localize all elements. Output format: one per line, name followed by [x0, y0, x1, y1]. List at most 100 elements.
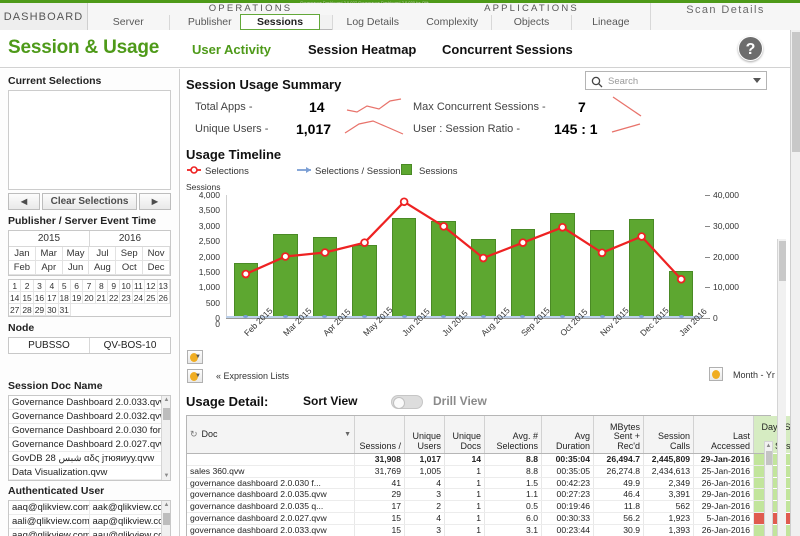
selection-back-button[interactable]: ◄: [8, 193, 40, 210]
day-cell-26[interactable]: 26: [158, 292, 170, 304]
expression-lists-link[interactable]: « Expression Lists: [216, 371, 289, 381]
nav-dashboard-label[interactable]: DASHBOARD: [0, 3, 88, 30]
month-cell-mar[interactable]: Mar: [36, 247, 63, 261]
authenticated-user-list[interactable]: aaq@qlikview.com aak@qlikview.comaali@qli…: [8, 500, 171, 536]
current-selections-box[interactable]: [8, 90, 171, 190]
day-cell-23[interactable]: 23: [120, 292, 132, 304]
month-cell-jan[interactable]: Jan: [9, 247, 36, 261]
table-row[interactable]: sales 360.qvw31,7691,00518.800:35:0526,2…: [187, 466, 770, 478]
table-row[interactable]: governance dashboard 2.0.030 f...41411.5…: [187, 478, 770, 490]
day-cell-19[interactable]: 19: [71, 292, 83, 304]
nav-item-complexity[interactable]: Complexity: [413, 15, 491, 30]
day-cell-14[interactable]: 14: [9, 292, 21, 304]
day-cell-22[interactable]: 22: [108, 292, 120, 304]
sort-view-label[interactable]: Sort View: [303, 394, 357, 408]
table-header-avg-duration[interactable]: Avg Duration: [542, 416, 594, 453]
day-cell-9[interactable]: 9: [108, 280, 120, 292]
chart-bar[interactable]: [550, 213, 575, 318]
auth-user-item[interactable]: aau@qlikview.com: [90, 529, 171, 536]
doc-list-item[interactable]: Data Visualization.qvw: [9, 466, 170, 480]
table-header-unique-docs[interactable]: Unique Docs: [445, 416, 485, 453]
day-cell-6[interactable]: 6: [71, 280, 83, 292]
day-cell-1[interactable]: 1: [9, 280, 21, 292]
table-header-doc[interactable]: ↻Doc▼: [187, 416, 355, 453]
chart-bar[interactable]: [629, 219, 654, 318]
day-cell-28[interactable]: 28: [21, 304, 33, 316]
day-cell-13[interactable]: 13: [158, 280, 170, 292]
day-cell-4[interactable]: 4: [46, 280, 58, 292]
selections-per-session-point[interactable]: [402, 315, 407, 318]
drill-view-label[interactable]: Drill View: [433, 394, 487, 408]
cycle-dimension-button[interactable]: [709, 367, 723, 381]
legend-label-selections-per-session[interactable]: Selections / Session: [315, 166, 401, 177]
auth-user-item[interactable]: aali@qlikview.com: [9, 515, 90, 529]
month-cell-feb[interactable]: Feb: [9, 261, 36, 275]
day-cell-18[interactable]: 18: [59, 292, 71, 304]
legend-label-selections[interactable]: Selections: [205, 166, 249, 177]
table-header-unique-users[interactable]: Unique Users: [405, 416, 445, 453]
main-panel-scrollbar[interactable]: [777, 239, 786, 536]
table-header-last-accessed[interactable]: Last Accessed: [694, 416, 754, 453]
main-scroll-thumb[interactable]: [779, 241, 786, 281]
nav-item-lineage[interactable]: Lineage: [571, 15, 650, 30]
doc-list-item[interactable]: GovDB 28 شبس αδς јтюяиуу.qvw: [9, 452, 170, 466]
nav-item-sessions-selected[interactable]: Sessions: [240, 14, 320, 30]
usage-detail-table[interactable]: ↻Doc▼Sessions /Unique UsersUnique DocsAv…: [186, 415, 771, 536]
help-icon[interactable]: ?: [738, 36, 763, 61]
day-cell-11[interactable]: 11: [133, 280, 145, 292]
day-cell-10[interactable]: 10: [120, 280, 132, 292]
table-row[interactable]: governance dashboard 2.0.027.qvw15416.00…: [187, 513, 770, 525]
month-cell-nov[interactable]: Nov: [143, 247, 170, 261]
month-cell-apr[interactable]: Apr: [36, 261, 63, 275]
day-cell-8[interactable]: 8: [96, 280, 108, 292]
selections-per-session-point[interactable]: [283, 315, 288, 318]
user-scroll-thumb[interactable]: [163, 513, 170, 525]
session-doc-name-list[interactable]: Governance Dashboard 2.0.033.qvwGovernan…: [8, 395, 171, 481]
day-cell-2[interactable]: 2: [21, 280, 33, 292]
doc-list-item[interactable]: Governance Dashboard 2.0.032.qvw: [9, 410, 170, 424]
legend-label-sessions[interactable]: Sessions: [419, 166, 458, 177]
day-cell-25[interactable]: 25: [145, 292, 157, 304]
selections-per-session-point[interactable]: [679, 315, 684, 318]
month-cell-dec[interactable]: Dec: [143, 261, 170, 275]
month-cell-jul[interactable]: Jul: [89, 247, 116, 261]
selections-per-session-point[interactable]: [600, 315, 605, 318]
day-cell-7[interactable]: 7: [83, 280, 95, 292]
tab-session-heatmap[interactable]: Session Heatmap: [308, 42, 416, 57]
month-cell-sep[interactable]: Sep: [116, 247, 143, 261]
year-2015[interactable]: 2015: [9, 231, 90, 246]
month-cell-may[interactable]: May: [63, 247, 90, 261]
auth-user-item[interactable]: aak@qlikview.com: [90, 501, 171, 515]
nav-item-server[interactable]: Server: [88, 15, 169, 30]
day-cell-20[interactable]: 20: [83, 292, 95, 304]
table-header-avg-selections[interactable]: Avg. # Selections: [485, 416, 542, 453]
table-row[interactable]: governance dashboard 2.0.035 q...17210.5…: [187, 501, 770, 513]
nav-item-objects[interactable]: Objects: [491, 15, 570, 30]
chart-bar[interactable]: [273, 234, 298, 318]
selections-per-session-point[interactable]: [362, 315, 367, 318]
table-row[interactable]: governance dashboard 2.0.035.qvw29311.10…: [187, 489, 770, 501]
day-cell-29[interactable]: 29: [34, 304, 46, 316]
node-item-qv-bos-10[interactable]: QV-BOS-10: [90, 338, 170, 353]
day-cell-17[interactable]: 17: [46, 292, 58, 304]
nav-item-log-details[interactable]: Log Details: [332, 15, 414, 30]
table-header-session-calls[interactable]: Session Calls: [644, 416, 694, 453]
day-cell-15[interactable]: 15: [21, 292, 33, 304]
day-cell-21[interactable]: 21: [96, 292, 108, 304]
page-scrollbar[interactable]: [790, 30, 800, 536]
day-cell-16[interactable]: 16: [34, 292, 46, 304]
table-scrollbar[interactable]: ▲: [764, 441, 773, 536]
user-scroll-up-icon[interactable]: ▲: [163, 502, 170, 508]
selections-per-session-point[interactable]: [481, 315, 486, 318]
day-cell-30[interactable]: 30: [46, 304, 58, 316]
chart-bar[interactable]: [511, 229, 536, 318]
table-row[interactable]: governance dashboard 2.0.033.qvw15313.10…: [187, 525, 770, 536]
table-row[interactable]: 31,9081,017148.800:35:0426,494.72,445,80…: [187, 454, 770, 466]
auth-user-item[interactable]: aap@qlikview.com: [90, 515, 171, 529]
doc-list-item[interactable]: Governance Dashboard 2.0.027.qvw: [9, 438, 170, 452]
day-cell-5[interactable]: 5: [59, 280, 71, 292]
clear-selections-button[interactable]: Clear Selections: [42, 193, 137, 210]
chart-bar[interactable]: [234, 263, 259, 318]
auth-user-item[interactable]: aaq@qlikview.com: [9, 529, 90, 536]
scroll-thumb[interactable]: [163, 408, 170, 420]
